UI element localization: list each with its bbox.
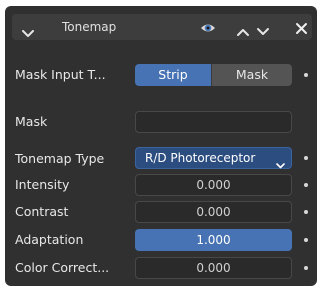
adaptation-label: Adaptation — [15, 232, 84, 247]
option-mask[interactable]: Mask — [211, 64, 292, 86]
close-icon[interactable] — [295, 20, 308, 39]
panel-title: Tonemap — [62, 20, 117, 34]
mask-input-type-label: Mask Input T... — [15, 67, 106, 82]
tonemap-type-value: R/D Photoreceptor — [145, 151, 256, 165]
adaptation-field[interactable]: 1.000 — [135, 229, 292, 251]
chevron-down-icon — [276, 155, 285, 175]
collapse-chevron-icon[interactable] — [22, 23, 34, 42]
keyframe-dot[interactable] — [304, 266, 308, 270]
keyframe-dot[interactable] — [304, 238, 308, 242]
eye-icon[interactable] — [200, 20, 216, 39]
move-up-icon[interactable] — [236, 22, 250, 41]
tonemap-type-dropdown[interactable]: R/D Photoreceptor — [135, 147, 292, 169]
keyframe-dot[interactable] — [304, 183, 308, 187]
color-correction-field[interactable]: 0.000 — [135, 257, 292, 279]
option-strip[interactable]: Strip — [135, 64, 211, 86]
contrast-field[interactable]: 0.000 — [135, 201, 292, 223]
intensity-label: Intensity — [15, 177, 70, 192]
intensity-field[interactable]: 0.000 — [135, 174, 292, 196]
keyframe-dot[interactable] — [304, 73, 308, 77]
mask-selector-field[interactable] — [135, 111, 292, 133]
mask-label: Mask — [15, 114, 48, 129]
tonemap-type-label: Tonemap Type — [15, 151, 105, 166]
mask-input-type-toggle: Strip Mask — [135, 64, 292, 86]
keyframe-dot[interactable] — [304, 210, 308, 214]
panel-header[interactable]: Tonemap — [12, 14, 312, 40]
move-down-icon[interactable] — [256, 22, 270, 41]
color-correction-label: Color Correct... — [15, 260, 110, 275]
contrast-label: Contrast — [15, 204, 69, 219]
keyframe-dot[interactable] — [304, 156, 308, 160]
